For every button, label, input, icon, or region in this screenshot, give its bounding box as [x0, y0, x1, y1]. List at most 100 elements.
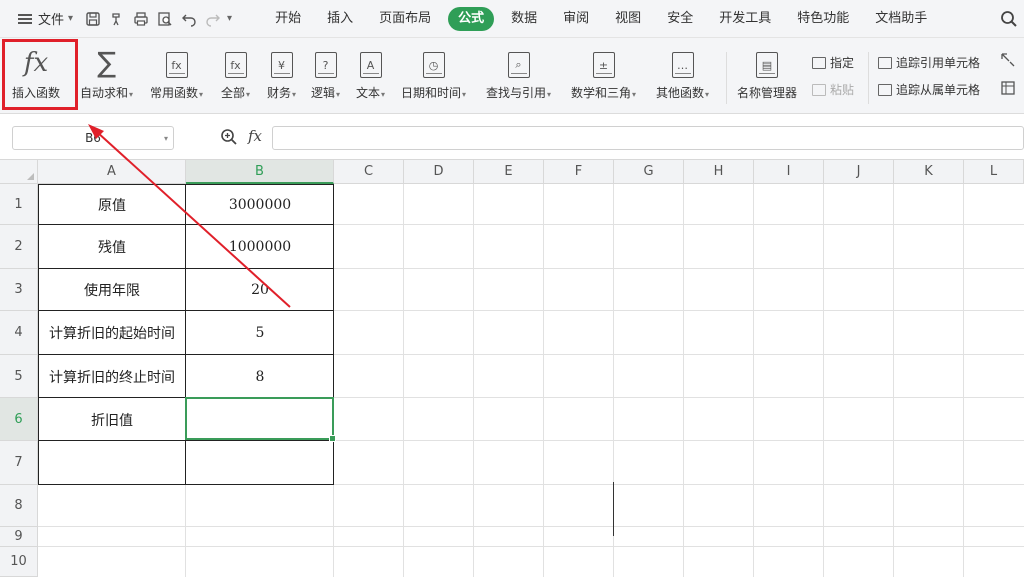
hamburger-icon[interactable] [18, 13, 32, 24]
grid-column-line [893, 184, 894, 577]
autosum-label: 自动求和 [80, 86, 129, 100]
tab-features[interactable]: 特色功能 [784, 7, 862, 31]
logic-button[interactable]: ? 逻辑▾ [311, 48, 340, 101]
row-header-1[interactable]: 1 [0, 184, 38, 225]
tab-doc-assistant[interactable]: 文档助手 [862, 7, 940, 31]
chevron-down-icon: ▾ [246, 90, 251, 99]
math-icon: ± [592, 52, 615, 78]
column-header-l[interactable]: L [964, 160, 1024, 184]
chevron-down-icon[interactable]: ▾ [68, 13, 73, 24]
fx-button[interactable]: fx [248, 127, 262, 145]
chevron-down-icon[interactable]: ▾ [227, 13, 232, 24]
save-icon[interactable] [84, 10, 102, 28]
tab-page-layout[interactable]: 页面布局 [366, 7, 444, 31]
cell-a5[interactable]: 计算折旧的终止时间 [38, 355, 186, 398]
format-painter-icon[interactable] [108, 10, 126, 28]
formula-bar: B6 ▾ fx [0, 114, 1024, 160]
column-header-e[interactable]: E [474, 160, 544, 184]
column-header-j[interactable]: J [824, 160, 894, 184]
chevron-down-icon: ▾ [292, 90, 297, 99]
row-header-7[interactable]: 7 [0, 441, 38, 485]
file-menu[interactable]: 文件 [38, 9, 64, 28]
menu-bar: 文件 ▾ ▾ 开始 插入 页面布局 公式 数据 审阅 视图 安全 开发工具 特色… [0, 0, 1024, 38]
column-header-c[interactable]: C [334, 160, 404, 184]
datetime-button[interactable]: ◷ 日期和时间▾ [401, 48, 466, 101]
tab-review[interactable]: 审阅 [550, 7, 602, 31]
all-functions-button[interactable]: fx 全部▾ [221, 48, 250, 101]
tab-formulas[interactable]: 公式 [448, 6, 495, 31]
text-functions-button[interactable]: A 文本▾ [356, 48, 385, 101]
more-icon: … [671, 52, 694, 78]
column-header-f[interactable]: F [544, 160, 614, 184]
zoom-icon[interactable] [220, 128, 238, 149]
row-header-8[interactable]: 8 [0, 485, 38, 527]
math-button[interactable]: ± 数学和三角▾ [571, 48, 636, 101]
grid-column-line [473, 184, 474, 577]
column-header-g[interactable]: G [614, 160, 684, 184]
cell-a4[interactable]: 计算折旧的起始时间 [38, 311, 186, 355]
row-header-5[interactable]: 5 [0, 355, 38, 398]
cell-a2[interactable]: 残值 [38, 225, 186, 269]
math-label: 数学和三角 [571, 86, 632, 100]
finance-label: 财务 [267, 86, 292, 100]
row-header-6[interactable]: 6 [0, 398, 38, 441]
chevron-down-icon: ▾ [199, 90, 204, 99]
select-all-corner[interactable] [0, 160, 38, 184]
formula-input[interactable] [272, 126, 1024, 150]
grid-row-line [38, 546, 1024, 547]
cell-a6[interactable]: 折旧值 [38, 398, 186, 441]
tab-home[interactable]: 开始 [262, 7, 314, 31]
redo-icon[interactable] [204, 10, 222, 28]
cell-a3[interactable]: 使用年限 [38, 269, 186, 311]
trace-precedents-button[interactable]: 追踪引用单元格 [878, 54, 980, 71]
search-icon[interactable] [1000, 10, 1018, 28]
column-header-k[interactable]: K [894, 160, 964, 184]
show-formulas-icon[interactable] [1000, 80, 1016, 96]
cell-b3[interactable]: 20 [186, 269, 334, 311]
grid-column-line [753, 184, 754, 577]
name-manager-button[interactable]: ▤ 名称管理器 [737, 48, 797, 101]
tab-view[interactable]: 视图 [602, 7, 654, 31]
autosum-button[interactable]: ∑ 自动求和▾ [80, 48, 133, 101]
chevron-down-icon: ▾ [336, 90, 341, 99]
tab-insert[interactable]: 插入 [314, 7, 366, 31]
cell-b4[interactable]: 5 [186, 311, 334, 355]
lookup-button[interactable]: ⌕ 查找与引用▾ [486, 48, 551, 101]
name-box[interactable]: B6 ▾ [12, 126, 174, 150]
row-header-10[interactable]: 10 [0, 547, 38, 577]
column-header-b[interactable]: B [186, 160, 334, 184]
trace-dependents-label: 追踪从属单元格 [896, 83, 981, 97]
remove-arrows-icon[interactable] [1000, 52, 1016, 68]
selected-cell-outline[interactable] [185, 397, 336, 442]
sigma-icon: ∑ [97, 46, 116, 79]
finance-button[interactable]: ¥ 财务▾ [267, 48, 296, 101]
cell-b2[interactable]: 1000000 [186, 225, 334, 269]
common-functions-label: 常用函数 [150, 86, 199, 100]
print-preview-icon[interactable] [156, 10, 174, 28]
trace-dependents-button[interactable]: 追踪从属单元格 [878, 81, 980, 98]
paste-name-button[interactable]: 粘贴 [812, 81, 854, 98]
chevron-down-icon: ▾ [129, 90, 134, 99]
row-header-2[interactable]: 2 [0, 225, 38, 269]
tab-data[interactable]: 数据 [498, 7, 550, 31]
print-icon[interactable] [132, 10, 150, 28]
row-header-9[interactable]: 9 [0, 527, 38, 547]
column-header-i[interactable]: I [754, 160, 824, 184]
chevron-down-icon[interactable]: ▾ [164, 134, 168, 143]
column-header-h[interactable]: H [684, 160, 754, 184]
column-header-a[interactable]: A [38, 160, 186, 184]
define-name-button[interactable]: 指定 [812, 54, 854, 71]
undo-icon[interactable] [180, 10, 198, 28]
column-header-d[interactable]: D [404, 160, 474, 184]
common-functions-button[interactable]: fx 常用函数▾ [150, 48, 203, 101]
cell-b1[interactable]: 3000000 [186, 184, 334, 225]
annotation-highlight-box [2, 39, 78, 110]
row-header-4[interactable]: 4 [0, 311, 38, 355]
tab-security[interactable]: 安全 [654, 7, 706, 31]
tab-developer[interactable]: 开发工具 [706, 7, 784, 31]
other-functions-button[interactable]: … 其他函数▾ [656, 48, 709, 101]
cell-b5[interactable]: 8 [186, 355, 334, 398]
text-functions-icon: A [359, 52, 382, 78]
row-header-3[interactable]: 3 [0, 269, 38, 311]
cell-a1[interactable]: 原值 [38, 184, 186, 225]
